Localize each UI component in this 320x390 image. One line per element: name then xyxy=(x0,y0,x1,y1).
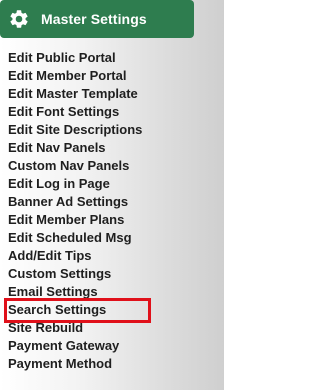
master-settings-panel: Master Settings Edit Public Portal Edit … xyxy=(0,0,224,390)
menu-item-search-settings[interactable]: Search Settings xyxy=(3,298,152,323)
gear-icon xyxy=(8,8,30,30)
menu-item-edit-scheduled-msg[interactable]: Edit Scheduled Msg xyxy=(8,229,142,247)
menu-item-edit-log-in-page[interactable]: Edit Log in Page xyxy=(8,175,142,193)
menu-item-add-edit-tips[interactable]: Add/Edit Tips xyxy=(8,247,142,265)
menu-item-site-rebuild[interactable]: Site Rebuild xyxy=(8,319,142,337)
menu-item-edit-master-template[interactable]: Edit Master Template xyxy=(8,85,142,103)
menu-item-email-settings[interactable]: Email Settings xyxy=(8,283,142,301)
menu-item-custom-nav-panels[interactable]: Custom Nav Panels xyxy=(8,157,142,175)
menu-item-payment-gateway[interactable]: Payment Gateway xyxy=(8,337,142,355)
menu-item-custom-settings[interactable]: Custom Settings xyxy=(8,265,142,283)
menu-item-edit-member-plans[interactable]: Edit Member Plans xyxy=(8,211,142,229)
panel-header: Master Settings xyxy=(0,0,194,38)
panel-title: Master Settings xyxy=(41,11,147,27)
menu-item-payment-method[interactable]: Payment Method xyxy=(8,355,142,373)
menu-item-edit-member-portal[interactable]: Edit Member Portal xyxy=(8,67,142,85)
settings-menu: Edit Public Portal Edit Member Portal Ed… xyxy=(3,49,152,373)
menu-item-edit-site-descriptions[interactable]: Edit Site Descriptions xyxy=(8,121,142,139)
menu-item-edit-public-portal[interactable]: Edit Public Portal xyxy=(8,49,142,67)
menu-item-edit-nav-panels[interactable]: Edit Nav Panels xyxy=(8,139,142,157)
menu-item-banner-ad-settings[interactable]: Banner Ad Settings xyxy=(8,193,142,211)
menu-item-edit-font-settings[interactable]: Edit Font Settings xyxy=(8,103,142,121)
